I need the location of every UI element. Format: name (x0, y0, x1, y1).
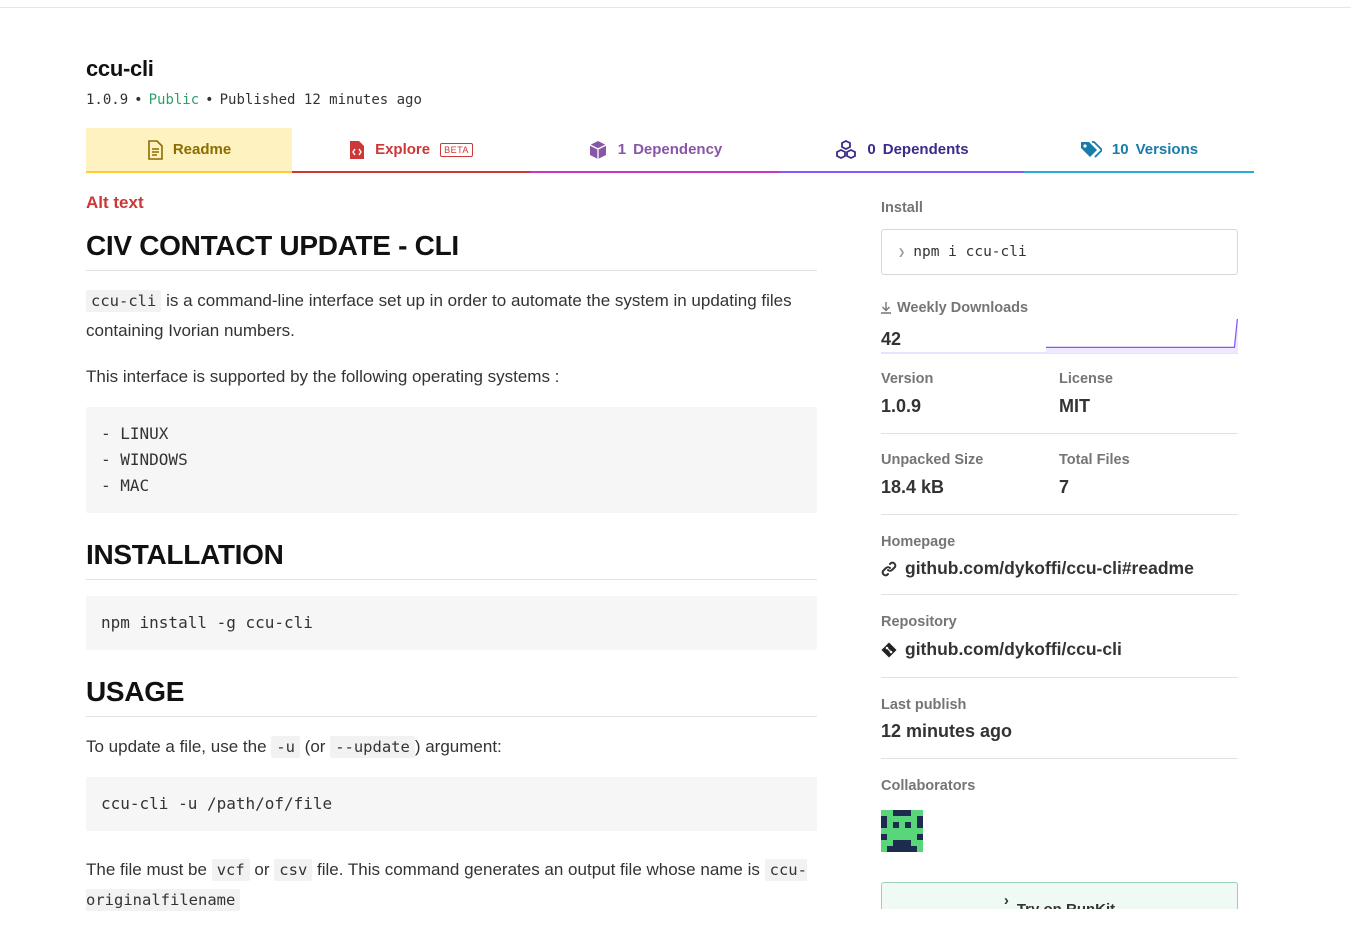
collaborators-label: Collaborators (881, 778, 976, 794)
package-meta: 1.0.9 • Public • Published 12 minutes ago (86, 92, 422, 108)
file-text: file. This command generates an output f… (317, 860, 760, 879)
usage-heading: USAGE (86, 676, 817, 717)
tab-explore-label: Explore (375, 141, 431, 158)
file-text: or (254, 860, 270, 879)
inline-code: ccu-cli (86, 290, 162, 312)
os-list-code-block: - LINUX - WINDOWS - MAC (86, 407, 817, 513)
published-time: Published 12 minutes ago (219, 92, 422, 108)
versions-count: 10 (1111, 141, 1129, 158)
usage-paragraph: To update a file, use the -u (or --updat… (86, 732, 817, 762)
version-license-row: Version 1.0.9 License MIT (881, 371, 1238, 417)
dependents-count: 0 (867, 141, 876, 158)
document-icon (148, 139, 163, 160)
visibility-badge: Public (148, 92, 200, 108)
avatar (881, 810, 923, 852)
usage-text: To update a file, use the (86, 737, 267, 756)
try-on-runkit-button[interactable]: › Try on RunKit (881, 882, 1238, 909)
total-files-value: 7 (1059, 477, 1070, 497)
repository-label: Repository (881, 614, 957, 630)
inline-code: vcf (211, 859, 250, 881)
installation-heading: INSTALLATION (86, 539, 817, 580)
collaborator-avatar[interactable] (881, 810, 923, 852)
install-label: Install (881, 200, 923, 216)
weekly-downloads-header: Weekly Downloads (881, 300, 1238, 316)
git-diamond-icon (881, 642, 897, 657)
version-label: Version (881, 371, 934, 387)
inline-code: -u (271, 736, 300, 758)
sidebar-divider (881, 514, 1238, 515)
tab-dependencies-label: Dependency (633, 141, 723, 158)
weekly-downloads-label: Weekly Downloads (897, 300, 1029, 316)
tab-explore[interactable]: Explore BETA (292, 128, 530, 173)
inline-code: --update (330, 736, 415, 758)
runkit-chevron-icon: › (1003, 892, 1009, 909)
homepage-label: Homepage (881, 534, 956, 550)
package-version: 1.0.9 (86, 92, 129, 108)
size-files-row: Unpacked Size 18.4 kB Total Files 7 (881, 452, 1238, 498)
download-arrow-icon (881, 302, 891, 314)
usage-code-block: ccu-cli -u /path/of/file (86, 777, 817, 831)
install-command: npm i ccu-cli (913, 244, 1027, 260)
tab-dependents-label: Dependents (882, 141, 969, 158)
readme-content: Alt text CIV CONTACT UPDATE - CLI ccu-cl… (86, 188, 817, 915)
license-label: License (1059, 371, 1113, 387)
version-value: 1.0.9 (881, 396, 922, 416)
file-code-icon (350, 140, 365, 159)
repository-link[interactable]: github.com/dykoffi/ccu-cli (881, 639, 1238, 660)
tab-dependencies[interactable]: 1 Dependency (530, 128, 780, 173)
usage-text: ) argument: (414, 737, 502, 756)
tab-versions[interactable]: 10 Versions (1024, 128, 1254, 173)
meta-separator: • (134, 92, 143, 108)
sidebar-divider (881, 758, 1238, 759)
weekly-downloads-row: 42 (881, 319, 1238, 355)
runkit-label: Try on RunKit (1017, 901, 1115, 909)
tab-dependents[interactable]: 0 Dependents (780, 128, 1024, 173)
license-value: MIT (1059, 396, 1090, 416)
homepage-link[interactable]: github.com/dykoffi/ccu-cli#readme (881, 558, 1238, 579)
prompt-chevron-icon: ❯ (898, 245, 906, 259)
downloads-sparkline (881, 319, 1238, 354)
tab-readme[interactable]: Readme (86, 128, 292, 173)
usage-text: (or (304, 737, 326, 756)
supported-os-paragraph: This interface is supported by the follo… (86, 367, 560, 386)
last-publish-value: 12 minutes ago (881, 721, 1013, 741)
intro-text: is a command-line interface set up in or… (86, 291, 792, 340)
sidebar-divider (881, 433, 1238, 434)
homepage-url: github.com/dykoffi/ccu-cli#readme (905, 558, 1194, 578)
file-paragraph: The file must be vcf or csv file. This c… (86, 855, 817, 915)
readme-title: CIV CONTACT UPDATE - CLI (86, 230, 817, 271)
last-publish-label: Last publish (881, 697, 967, 713)
intro-paragraph: ccu-cli is a command-line interface set … (86, 286, 817, 346)
cubes-icon (836, 139, 857, 159)
package-sidebar: Install ❯ npm i ccu-cli Weekly Downloads… (881, 200, 1238, 909)
sidebar-divider (881, 594, 1238, 595)
package-tabs: Readme Explore BETA 1 Dependency 0 Depen… (86, 128, 1254, 173)
total-files-label: Total Files (1059, 452, 1130, 468)
tags-icon (1080, 140, 1102, 158)
tab-versions-label: Versions (1135, 141, 1199, 158)
repository-url: github.com/dykoffi/ccu-cli (905, 639, 1122, 659)
install-command-box[interactable]: ❯ npm i ccu-cli (881, 229, 1238, 275)
broken-image-alt-text: Alt text (86, 193, 144, 212)
unpacked-size-value: 18.4 kB (881, 477, 945, 497)
package-title: ccu-cli (86, 56, 154, 81)
beta-badge: BETA (440, 142, 473, 157)
link-icon (881, 561, 897, 576)
dependency-count: 1 (617, 141, 627, 158)
header-divider (0, 7, 1351, 8)
meta-separator: • (205, 92, 214, 108)
cube-icon (589, 140, 607, 159)
install-code-block: npm install -g ccu-cli (86, 596, 817, 650)
file-text: The file must be (86, 860, 207, 879)
sidebar-divider (881, 677, 1238, 678)
tab-readme-label: Readme (172, 141, 232, 158)
inline-code: csv (274, 859, 313, 881)
unpacked-size-label: Unpacked Size (881, 452, 984, 468)
